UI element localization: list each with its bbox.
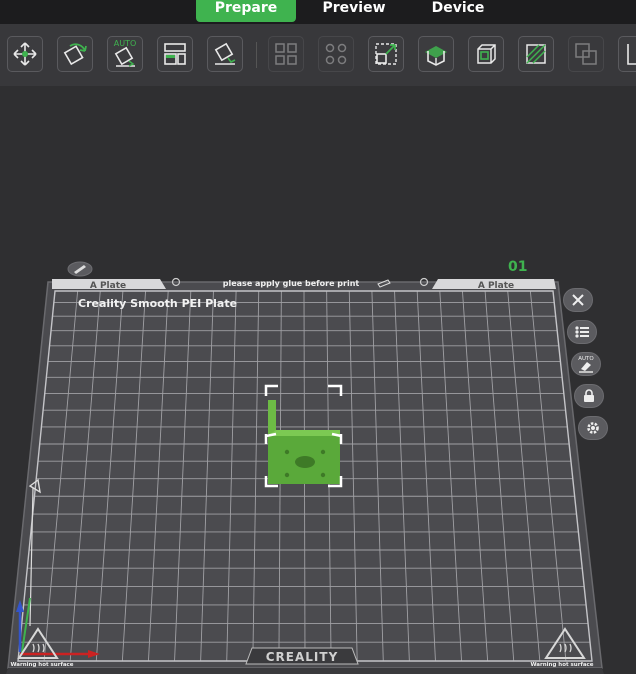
build-plate-view: A Plate A Plate please apply glue before… [6,259,604,674]
lock-plate-button[interactable] [574,384,604,408]
delete-plate-button[interactable] [563,288,593,312]
auto-orient-icon: AUTO [114,39,137,67]
support-paint-icon [526,44,546,64]
auto-orient-plate-label: AUTO [578,356,594,362]
lock-icon [584,389,594,402]
edit-plate-icon[interactable] [67,261,93,277]
close-icon [572,294,584,306]
cut-icon [425,46,447,66]
plate-number: 01 [508,259,527,275]
plate-objects-list-button[interactable] [567,320,597,344]
list-icon [575,326,589,338]
measure-icon [627,44,636,65]
boolean-tool-button[interactable] [568,36,604,72]
3d-viewport[interactable]: A Plate A Plate please apply glue before… [0,86,636,674]
split-parts-tool-button[interactable] [318,36,354,72]
boolean-icon [575,43,597,65]
toolbar-separator [256,42,257,68]
arrange-icon [164,43,186,65]
auto-orient-plate-icon: AUTO [578,356,594,373]
support-paint-tool-button[interactable] [518,36,554,72]
plate-settings-button[interactable] [578,416,608,440]
main-toolbar: AUTO [0,24,636,86]
tab-prepare[interactable]: Prepare [196,0,296,22]
auto-orient-plate-button[interactable]: AUTO [571,352,601,376]
lay-on-face-icon [214,42,236,65]
auto-orient-label: AUTO [114,39,137,48]
split-objects-icon [275,43,297,65]
rotate-tool-button[interactable] [57,36,93,72]
auto-orient-tool-button[interactable]: AUTO [107,36,143,72]
warning-left: Warning hot surface [10,662,73,668]
gear-icon [587,422,599,434]
top-bar: Prepare Preview Device [0,0,636,24]
split-objects-tool-button[interactable] [268,36,304,72]
warning-right: Warning hot surface [530,662,593,668]
tab-device[interactable]: Device [422,0,494,22]
hollow-tool-button[interactable] [468,36,504,72]
lay-on-face-tool-button[interactable] [207,36,243,72]
scale-icon [375,43,397,65]
hollow-icon [477,44,496,64]
arrange-tool-button[interactable] [157,36,193,72]
glue-notice: please apply glue before print [223,279,360,288]
build-plate-edge [6,668,604,674]
rotate-icon [63,43,87,66]
brand-name: CREALITY [266,650,339,664]
tab-preview[interactable]: Preview [316,0,392,22]
plate-name: Creality Smooth PEI Plate [78,297,237,310]
scale-tool-button[interactable] [368,36,404,72]
split-parts-icon [325,43,347,65]
move-tool-button[interactable] [7,36,43,72]
move-icon [13,42,37,66]
measure-tool-button[interactable] [618,36,636,72]
cut-tool-button[interactable] [418,36,454,72]
plate-label-right: A Plate [478,281,514,291]
plate-label-left: A Plate [90,281,126,291]
